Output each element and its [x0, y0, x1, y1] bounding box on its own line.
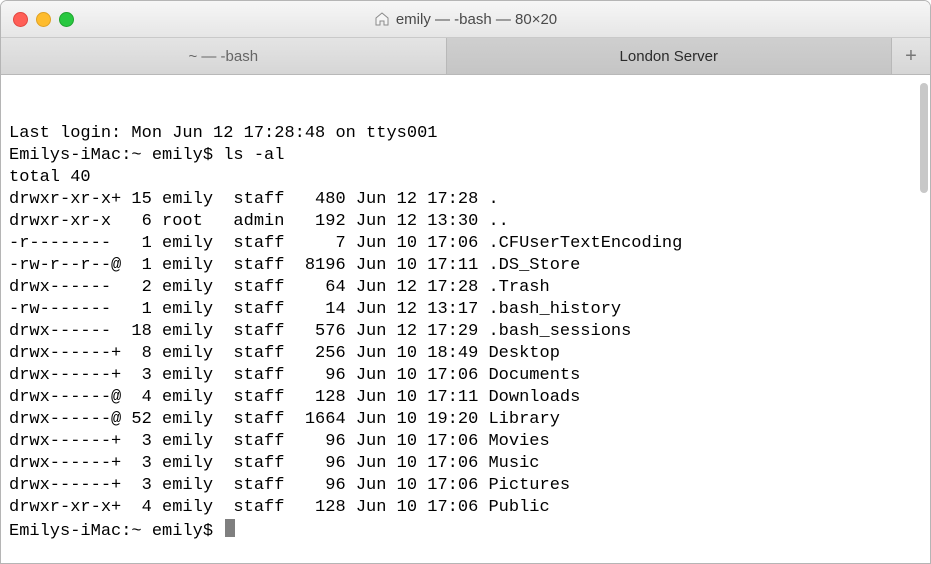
terminal-line: -r-------- 1 emily staff 7 Jun 10 17:06 …: [9, 233, 922, 255]
terminal-body[interactable]: Last login: Mon Jun 12 17:28:48 on ttys0…: [1, 75, 930, 563]
traffic-lights: [13, 12, 74, 27]
zoom-icon[interactable]: [59, 12, 74, 27]
tab-bar: ~ — -bash London Server +: [1, 38, 930, 75]
terminal-line: drwxr-xr-x 6 root admin 192 Jun 12 13:30…: [9, 211, 922, 233]
window-title: emily — -bash — 80×20: [396, 11, 557, 28]
terminal-line: drwx------ 2 emily staff 64 Jun 12 17:28…: [9, 277, 922, 299]
terminal-line: drwx------@ 4 emily staff 128 Jun 10 17:…: [9, 387, 922, 409]
terminal-window: emily — -bash — 80×20 ~ — -bash London S…: [0, 0, 931, 564]
terminal-line: drwx------+ 3 emily staff 96 Jun 10 17:0…: [9, 431, 922, 453]
terminal-line: -rw-r--r--@ 1 emily staff 8196 Jun 10 17…: [9, 255, 922, 277]
terminal-line: Last login: Mon Jun 12 17:28:48 on ttys0…: [9, 123, 922, 145]
terminal-line: drwx------+ 3 emily staff 96 Jun 10 17:0…: [9, 475, 922, 497]
cursor-block-icon: [225, 519, 235, 537]
terminal-line: drwx------ 18 emily staff 576 Jun 12 17:…: [9, 321, 922, 343]
tab-label: ~ — -bash: [188, 48, 258, 65]
terminal-line: drwxr-xr-x+ 4 emily staff 128 Jun 10 17:…: [9, 497, 922, 519]
terminal-line: drwx------+ 8 emily staff 256 Jun 10 18:…: [9, 343, 922, 365]
tab-label: London Server: [620, 48, 718, 65]
terminal-content: Last login: Mon Jun 12 17:28:48 on ttys0…: [9, 123, 922, 543]
terminal-line: Emilys-iMac:~ emily$ ls -al: [9, 145, 922, 167]
terminal-line: drwx------+ 3 emily staff 96 Jun 10 17:0…: [9, 453, 922, 475]
terminal-prompt: Emilys-iMac:~ emily$: [9, 519, 922, 543]
titlebar: emily — -bash — 80×20: [1, 1, 930, 38]
terminal-line: -rw------- 1 emily staff 14 Jun 12 13:17…: [9, 299, 922, 321]
new-tab-button[interactable]: +: [892, 38, 930, 74]
terminal-line: drwxr-xr-x+ 15 emily staff 480 Jun 12 17…: [9, 189, 922, 211]
terminal-line: total 40: [9, 167, 922, 189]
plus-icon: +: [905, 45, 917, 68]
tab-london-server[interactable]: London Server: [447, 38, 893, 74]
prompt-text: Emilys-iMac:~ emily$: [9, 522, 223, 541]
terminal-line: drwx------+ 3 emily staff 96 Jun 10 17:0…: [9, 365, 922, 387]
minimize-icon[interactable]: [36, 12, 51, 27]
scrollbar-thumb[interactable]: [920, 83, 928, 193]
tab-bash[interactable]: ~ — -bash: [1, 38, 447, 74]
home-icon: [374, 11, 390, 27]
window-title-wrap: emily — -bash — 80×20: [1, 11, 930, 28]
terminal-line: drwx------@ 52 emily staff 1664 Jun 10 1…: [9, 409, 922, 431]
close-icon[interactable]: [13, 12, 28, 27]
